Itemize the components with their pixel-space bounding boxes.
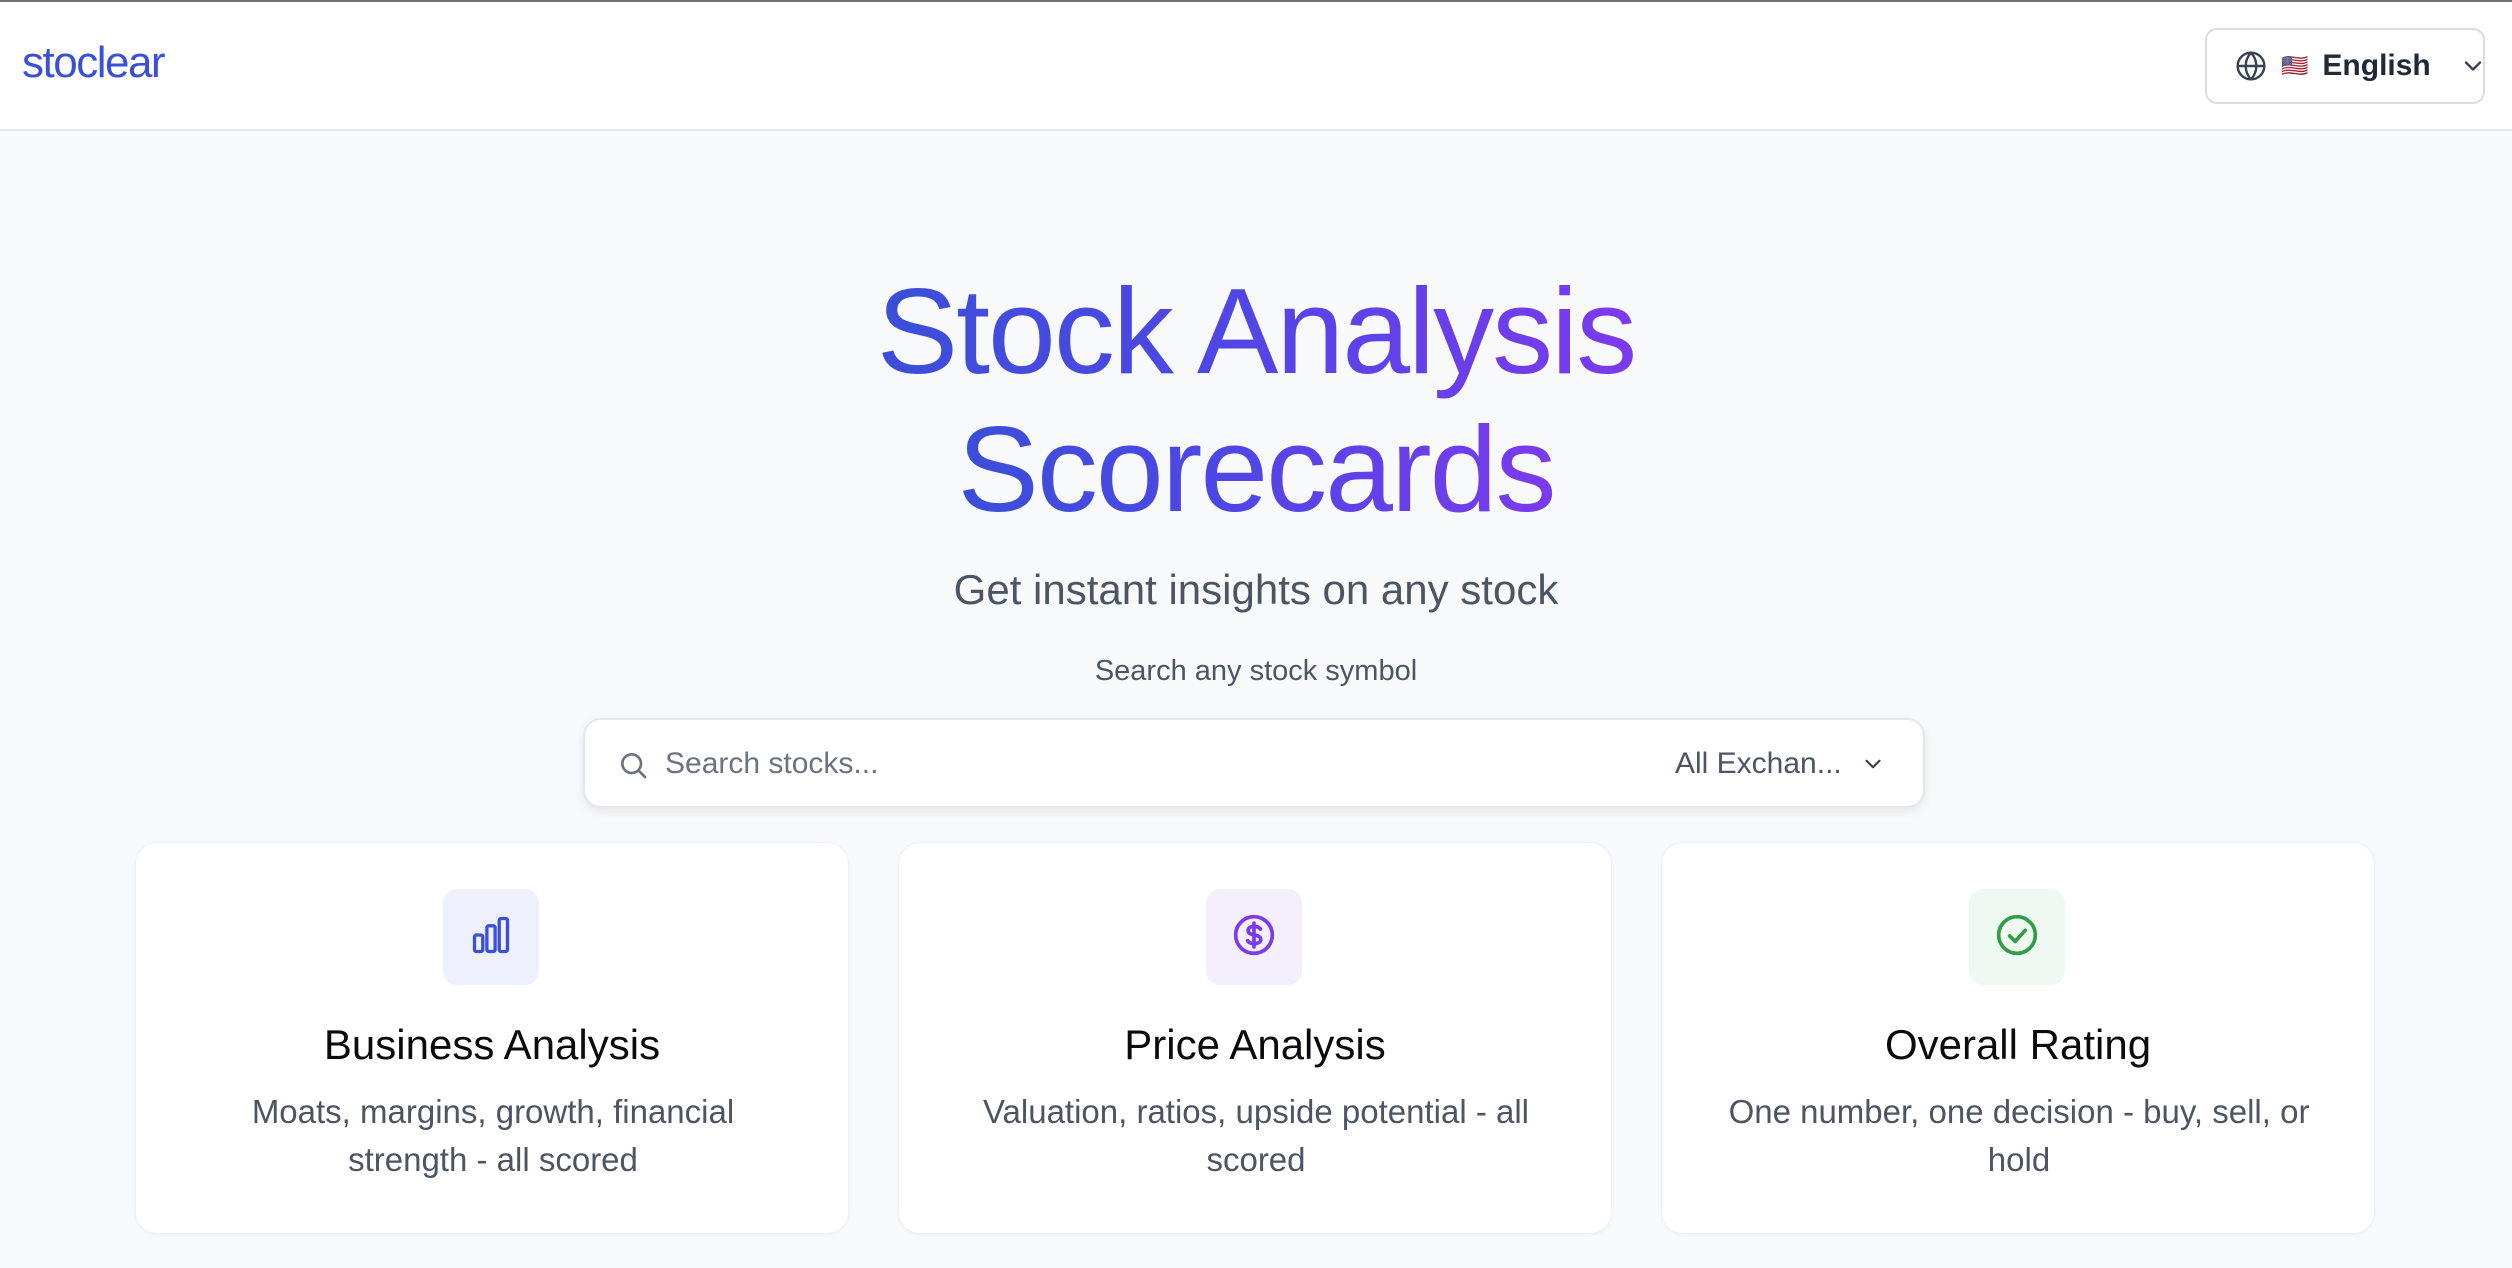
stock-search-bar: All Exchan... — [583, 718, 1925, 808]
feature-title: Price Analysis — [1124, 1021, 1386, 1068]
us-flag-icon: 🇺🇸 — [2281, 53, 2309, 78]
feature-title: Business Analysis — [323, 1021, 661, 1068]
check-circle-icon — [1995, 913, 2039, 962]
globe-icon — [2235, 50, 2267, 82]
exchange-select[interactable]: All Exchan... — [1675, 738, 1905, 790]
chevron-down-icon — [2459, 52, 2487, 80]
feature-description: Valuation, ratios, upside potential - al… — [982, 1093, 1530, 1178]
feature-card-price-analysis: Price Analysis Valuation, ratios, upside… — [898, 842, 1612, 1234]
feature-icon-box — [1206, 889, 1302, 985]
feature-icon-box — [1969, 889, 2065, 985]
title-line-2: Scorecards — [957, 401, 1556, 537]
top-nav: stoclear 🇺🇸 English — [0, 2, 2512, 131]
feature-title: Overall Rating — [1884, 1021, 2152, 1068]
dollar-circle-icon — [1232, 913, 1276, 962]
page-title: Stock Analysis Scorecards — [0, 262, 2512, 538]
feature-description: Moats, margins, growth, financial streng… — [251, 1093, 735, 1178]
feature-card-business-analysis: Business Analysis Moats, margins, growth… — [135, 842, 849, 1234]
hero-subtitle: Get instant insights on any stock — [953, 566, 1559, 613]
search-label: Search any stock symbol — [1094, 655, 1418, 687]
feature-icon-box — [443, 889, 539, 985]
chevron-down-icon — [1860, 751, 1886, 777]
language-selector[interactable]: 🇺🇸 English — [2205, 28, 2485, 104]
search-input[interactable] — [665, 738, 1485, 790]
feature-description: One number, one decision - buy, sell, or… — [1728, 1093, 2310, 1178]
title-line-1: Stock Analysis — [876, 263, 1638, 399]
logo[interactable]: stoclear — [22, 38, 166, 88]
language-label: English — [2322, 49, 2431, 82]
search-icon — [617, 749, 649, 781]
bar-chart-icon — [469, 913, 513, 962]
exchange-label: All Exchan... — [1675, 747, 1842, 780]
feature-card-overall-rating: Overall Rating One number, one decision … — [1661, 842, 2375, 1234]
